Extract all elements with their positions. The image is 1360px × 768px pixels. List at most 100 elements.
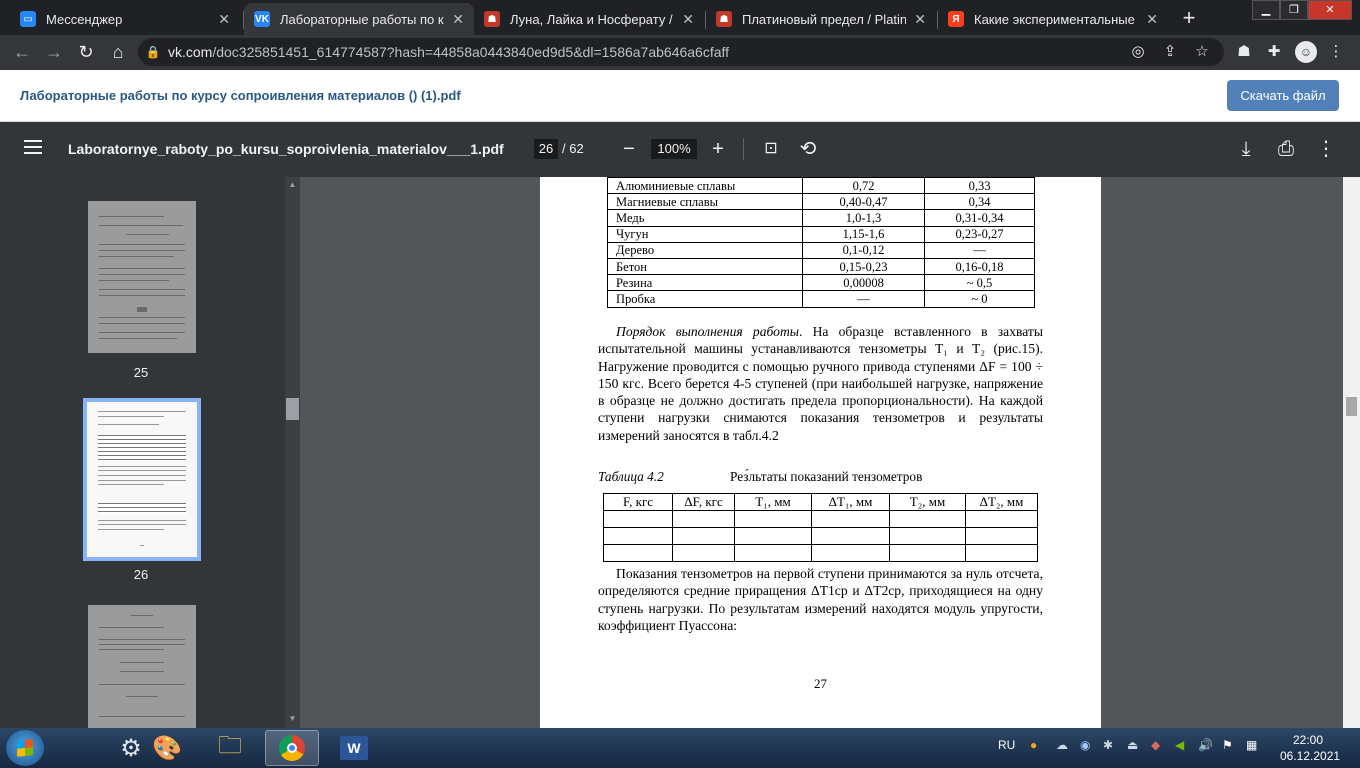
- column-header: T₁, мм: [734, 493, 812, 511]
- table-cell: 1,0-1,3: [802, 209, 925, 227]
- more-options-icon[interactable]: ⋮: [1314, 137, 1338, 161]
- table-cell: Медь: [607, 209, 803, 227]
- table-cell: 0,72: [802, 176, 925, 195]
- reload-icon[interactable]: ↻: [73, 39, 99, 65]
- zoom-out-icon[interactable]: −: [617, 137, 641, 161]
- page-thumbnail-27[interactable]: [88, 605, 196, 728]
- browser-menu-icon[interactable]: ⋮: [1325, 38, 1347, 66]
- table-cell: ~ 0,5: [924, 274, 1035, 292]
- table-cell: —: [924, 241, 1035, 259]
- taskbar-paint[interactable]: 🎨: [140, 730, 194, 766]
- taskbar-chrome[interactable]: [265, 730, 319, 766]
- scroll-down-icon[interactable]: ▼: [285, 714, 300, 726]
- network-app-icon[interactable]: ◉: [1080, 738, 1090, 752]
- thumbnail-label: 25: [133, 365, 149, 380]
- extension-icon[interactable]: ☗: [1233, 38, 1255, 66]
- document-scrollbar[interactable]: [1343, 177, 1360, 728]
- close-icon[interactable]: ✕: [1146, 11, 1158, 28]
- zoom-in-icon[interactable]: +: [706, 137, 730, 161]
- pdf-page: Алюминиевые сплавы 0,72 0,33 Магниевые спл…: [540, 176, 1101, 728]
- table-cell: Чугун: [607, 225, 803, 243]
- flag-icon[interactable]: ⚑: [1222, 738, 1233, 752]
- sidebar-scrollbar[interactable]: [285, 177, 300, 728]
- home-icon[interactable]: ⌂: [105, 39, 131, 65]
- sidebar-menu-icon[interactable]: [24, 140, 42, 154]
- materials-table: Алюминиевые сплавы 0,72 0,33 Магниевые спл…: [607, 176, 1035, 308]
- back-icon[interactable]: ←: [9, 39, 35, 65]
- tab-vk-document[interactable]: VK Лабораторные работы по курс ✕: [244, 3, 474, 35]
- url-path: /doc325851451_614774587?hash=44858a04438…: [212, 44, 730, 60]
- document-scroll-thumb[interactable]: [1346, 397, 1357, 416]
- doc-title[interactable]: Лабораторные работы по курсу сопроивлени…: [20, 88, 461, 103]
- table-header-row: F, кгс ΔF, кгс T₁, мм ΔT₁, мм T₂, мм ΔT₂…: [603, 493, 1038, 511]
- table-caption: Таблица 4.2 Рез́льтаты показаний тензоме…: [598, 469, 922, 485]
- scroll-up-icon[interactable]: ▲: [285, 180, 300, 192]
- nvidia-icon[interactable]: ◀: [1175, 738, 1184, 752]
- address-bar[interactable]: 🔒 vk.com/doc325851451_614774587?hash=448…: [138, 38, 1224, 66]
- taskbar-word[interactable]: W: [327, 730, 381, 766]
- download-icon[interactable]: ⤓: [1234, 137, 1258, 161]
- tracking-off-icon[interactable]: ◎: [1127, 38, 1149, 66]
- table-cell: Пробка: [607, 290, 803, 308]
- print-icon[interactable]: ⎙: [1274, 137, 1298, 161]
- language-indicator[interactable]: RU: [998, 738, 1015, 752]
- new-tab-button[interactable]: +: [1176, 6, 1202, 32]
- download-file-button[interactable]: Скачать файл: [1227, 80, 1339, 111]
- profile-avatar-icon[interactable]: ☺: [1295, 41, 1317, 63]
- page-number-input[interactable]: 26: [534, 139, 558, 159]
- table-row: Магниевые сплавы 0,40-0,47 0,34: [607, 193, 1035, 211]
- window-close-icon[interactable]: ✕: [1308, 0, 1352, 20]
- tab-title: Какие экспериментальные да: [974, 11, 1139, 27]
- close-icon[interactable]: ✕: [452, 11, 464, 28]
- page-thumbnail-25[interactable]: [88, 201, 196, 353]
- table-cell: Резина: [607, 274, 803, 292]
- results-paragraph: Показания тензометров на первой ступени …: [598, 565, 1043, 634]
- sidebar-scroll-thumb[interactable]: [286, 398, 299, 420]
- tab-messenger[interactable]: ▭ Мессенджер ✕: [10, 3, 240, 35]
- rotate-icon[interactable]: ⟲: [796, 137, 820, 161]
- tab-title: Луна, Лайка и Носферату / Tsu: [510, 11, 674, 27]
- clock[interactable]: 22:00 06.12.2021: [1280, 732, 1341, 764]
- table-cell: ~ 0: [924, 290, 1035, 308]
- network-icon[interactable]: ▦: [1246, 738, 1257, 752]
- close-icon[interactable]: ✕: [682, 11, 694, 28]
- minimize-icon[interactable]: ▁: [1252, 0, 1280, 20]
- start-button[interactable]: [6, 730, 44, 766]
- lock-icon[interactable]: 🔒: [138, 45, 168, 59]
- word-icon: W: [340, 736, 368, 760]
- taskbar-explorer[interactable]: 🗀: [203, 730, 257, 766]
- tab-luna[interactable]: ☗ Луна, Лайка и Носферату / Tsu ✕: [474, 3, 704, 35]
- messenger-icon: ▭: [20, 11, 36, 27]
- table-number: Таблица 4.2: [598, 469, 664, 484]
- page-number: 27: [814, 676, 827, 691]
- table-row: [603, 510, 1038, 528]
- tab-yandex[interactable]: Я Какие экспериментальные да ✕: [938, 3, 1168, 35]
- close-icon[interactable]: ✕: [914, 11, 926, 28]
- volume-icon[interactable]: 🔊: [1198, 738, 1213, 752]
- avast-icon[interactable]: ●: [1030, 738, 1037, 752]
- clock-date: 06.12.2021: [1280, 749, 1341, 763]
- url-text[interactable]: vk.com/doc325851451_614774587?hash=44858…: [168, 44, 729, 60]
- table-row: [603, 544, 1038, 562]
- page-thumbnail-26[interactable]: [83, 398, 201, 561]
- close-icon[interactable]: ✕: [218, 11, 230, 28]
- table-cell: —: [802, 290, 925, 308]
- usb-icon[interactable]: ⏏: [1127, 738, 1138, 752]
- bluetooth-icon[interactable]: ✱: [1103, 738, 1113, 752]
- table-cell: 0,16-0,18: [924, 257, 1035, 276]
- puzzle-extensions-icon[interactable]: ✚: [1263, 38, 1285, 66]
- share-icon[interactable]: ⇪: [1159, 38, 1181, 66]
- zoom-input[interactable]: 100%: [651, 139, 697, 159]
- table-row: Алюминиевые сплавы 0,72 0,33: [607, 176, 1035, 195]
- table-cell: 0,40-0,47: [802, 193, 925, 211]
- steam-icon: ⚙: [120, 734, 142, 762]
- security-icon[interactable]: ◆: [1151, 738, 1160, 752]
- forward-icon[interactable]: →: [41, 39, 67, 65]
- cloud-icon[interactable]: ☁: [1056, 738, 1068, 752]
- page-count: / 62: [562, 141, 584, 156]
- maximize-icon[interactable]: ❐: [1280, 0, 1308, 20]
- bookmark-star-icon[interactable]: ☆: [1191, 38, 1213, 66]
- table-name: Рез́льтаты показаний тензометров: [730, 469, 923, 484]
- fit-to-page-icon[interactable]: ⊡: [759, 137, 783, 161]
- tab-platinum[interactable]: ☗ Платиновый предел / Platinum ✕: [706, 3, 936, 35]
